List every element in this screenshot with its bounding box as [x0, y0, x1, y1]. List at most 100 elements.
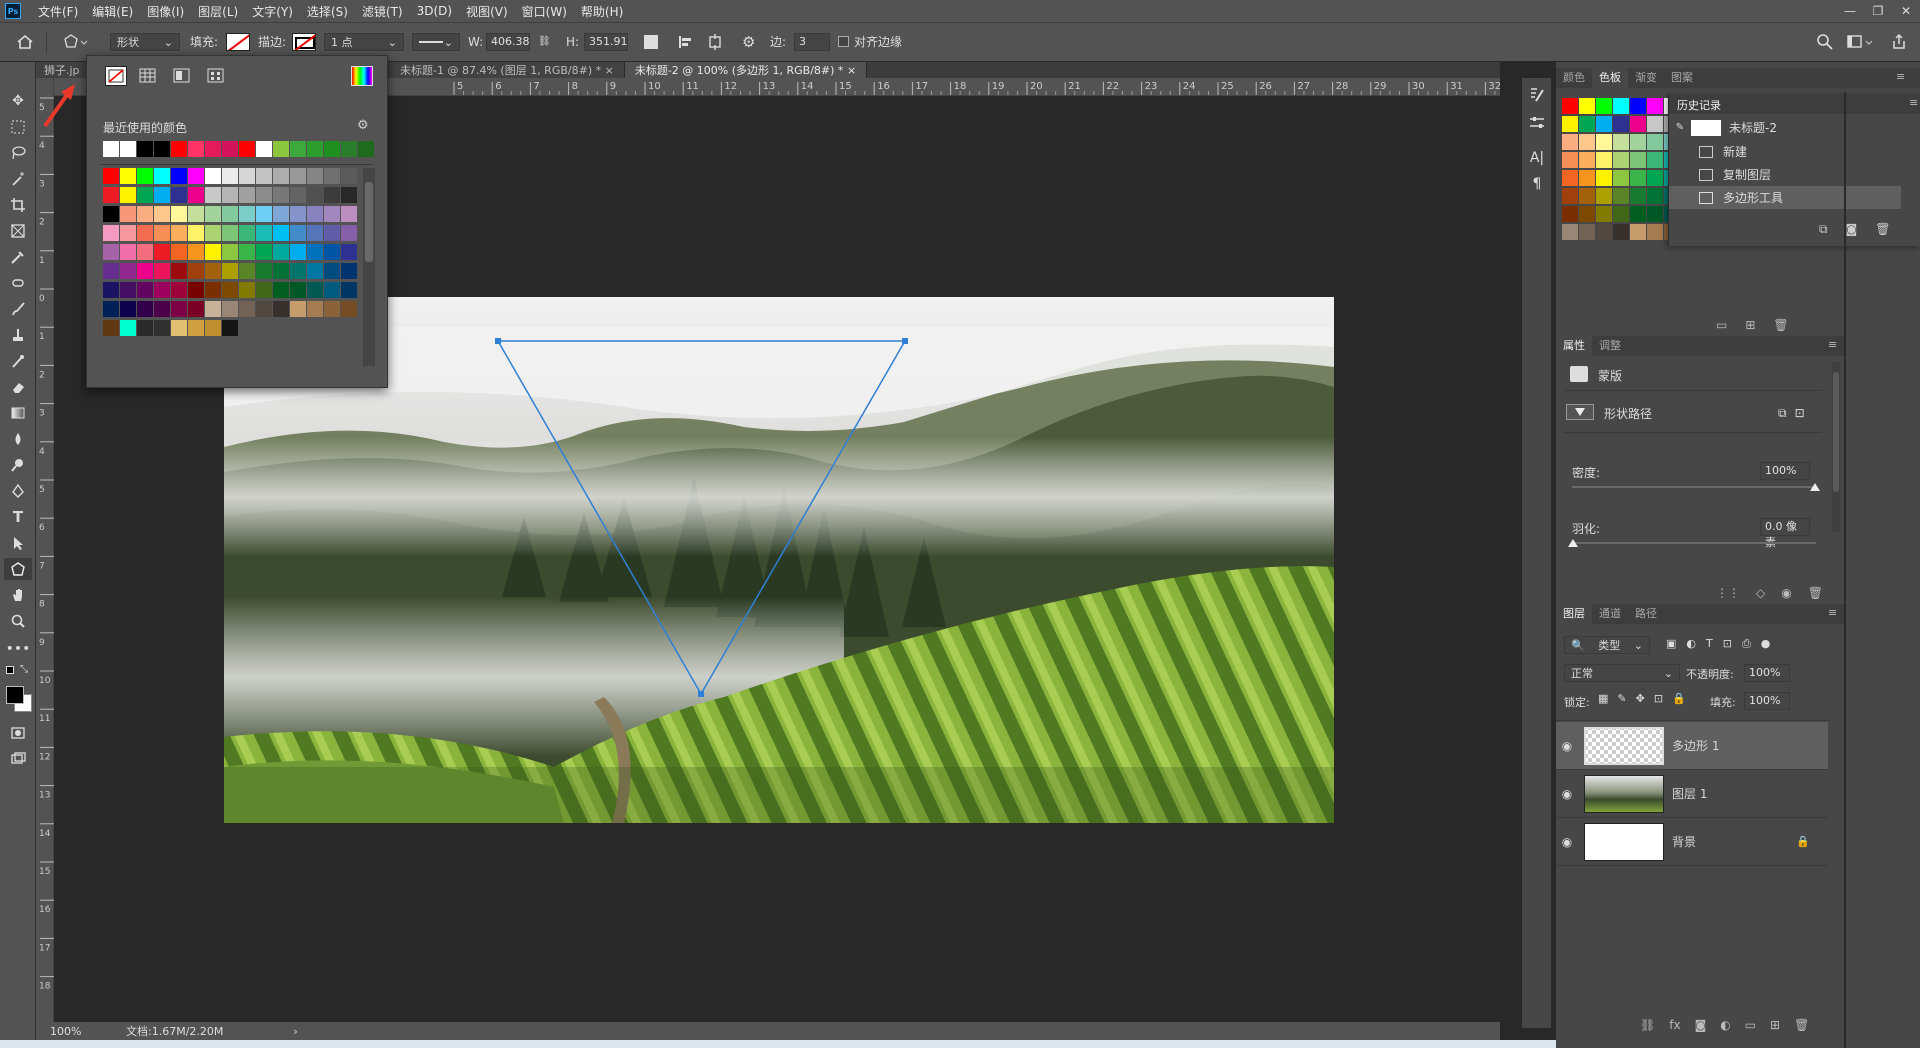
color-swatch[interactable]	[1562, 152, 1578, 168]
color-swatch[interactable]	[1630, 134, 1646, 150]
color-swatch[interactable]	[205, 320, 221, 336]
color-swatch[interactable]	[171, 225, 187, 241]
adjustment-filter-icon[interactable]: ◐	[1686, 637, 1696, 651]
color-swatch[interactable]	[307, 263, 323, 279]
color-swatch[interactable]	[256, 225, 272, 241]
color-swatch[interactable]	[1579, 206, 1595, 222]
color-swatch[interactable]	[273, 168, 289, 184]
color-swatch[interactable]	[273, 301, 289, 317]
color-swatch[interactable]	[341, 263, 357, 279]
trash-icon[interactable]: 🗑	[1875, 222, 1890, 237]
new-layer-icon[interactable]: ⊞	[1770, 1018, 1780, 1032]
color-swatch[interactable]	[324, 187, 340, 203]
color-swatch[interactable]	[1613, 188, 1629, 204]
color-swatch[interactable]	[1630, 116, 1646, 132]
panel-menu-icon[interactable]: ≡	[1828, 606, 1837, 619]
color-swatch[interactable]	[1562, 134, 1578, 150]
layer-row-selected[interactable]: ◉ 多边形 1	[1556, 722, 1828, 770]
recent-color-swatch[interactable]	[341, 141, 357, 157]
color-swatch[interactable]	[1596, 224, 1612, 240]
color-swatch[interactable]	[120, 244, 136, 260]
color-swatch[interactable]	[1596, 116, 1612, 132]
color-swatch[interactable]	[273, 225, 289, 241]
color-swatch[interactable]	[1613, 134, 1629, 150]
color-swatch[interactable]	[1647, 224, 1663, 240]
color-swatch[interactable]	[137, 301, 153, 317]
color-swatch[interactable]	[290, 206, 306, 222]
color-swatch[interactable]	[171, 263, 187, 279]
pattern-fill-icon[interactable]	[207, 68, 225, 84]
color-swatch[interactable]	[324, 206, 340, 222]
recent-color-swatch[interactable]	[103, 141, 119, 157]
color-swatch[interactable]	[103, 263, 119, 279]
color-swatch[interactable]	[324, 263, 340, 279]
color-swatch[interactable]	[1647, 170, 1663, 186]
tab-swatches[interactable]: 色板	[1592, 68, 1628, 88]
color-swatch[interactable]	[1579, 152, 1595, 168]
color-swatch[interactable]	[273, 282, 289, 298]
history-item[interactable]: 复制图层	[1669, 163, 1899, 186]
color-swatch[interactable]	[171, 244, 187, 260]
color-swatch[interactable]	[154, 301, 170, 317]
color-swatch[interactable]	[154, 187, 170, 203]
color-swatch[interactable]	[103, 225, 119, 241]
color-swatch[interactable]	[1562, 188, 1578, 204]
color-swatch[interactable]	[1596, 98, 1612, 114]
color-swatch[interactable]	[1579, 134, 1595, 150]
color-swatch[interactable]	[205, 244, 221, 260]
lock-all-icon[interactable]: 🔒	[1672, 692, 1686, 705]
color-swatch[interactable]	[239, 225, 255, 241]
recent-color-swatch[interactable]	[239, 141, 255, 157]
color-swatch[interactable]	[1647, 206, 1663, 222]
layer-row[interactable]: ◉ 背景 🔒	[1556, 818, 1828, 866]
recent-color-swatch[interactable]	[188, 141, 204, 157]
anchor-point[interactable]	[902, 338, 908, 344]
color-swatch[interactable]	[1647, 134, 1663, 150]
color-swatch[interactable]	[120, 206, 136, 222]
solid-color-icon[interactable]	[139, 68, 157, 84]
color-swatch[interactable]	[154, 168, 170, 184]
color-swatch[interactable]	[1579, 224, 1595, 240]
color-swatch[interactable]	[154, 225, 170, 241]
color-swatch[interactable]	[188, 263, 204, 279]
zoom-level[interactable]: 100%	[50, 1025, 110, 1038]
color-swatch[interactable]	[1647, 188, 1663, 204]
color-swatch[interactable]	[171, 206, 187, 222]
add-mask-icon[interactable]: ⧉	[1778, 406, 1787, 421]
type-filter-icon[interactable]: T	[1706, 637, 1713, 651]
color-swatch[interactable]	[307, 282, 323, 298]
color-swatch[interactable]	[324, 282, 340, 298]
color-swatch[interactable]	[341, 282, 357, 298]
recent-color-swatch[interactable]	[137, 141, 153, 157]
color-swatch[interactable]	[188, 320, 204, 336]
color-swatch[interactable]	[1630, 224, 1646, 240]
restore-button[interactable]: ❐	[1864, 0, 1892, 22]
pixel-filter-icon[interactable]: ▣	[1666, 637, 1676, 651]
recent-color-swatch[interactable]	[290, 141, 306, 157]
color-swatch[interactable]	[188, 187, 204, 203]
recent-color-swatch[interactable]	[273, 141, 289, 157]
color-swatch[interactable]	[205, 225, 221, 241]
color-swatch[interactable]	[120, 263, 136, 279]
brush-settings-icon[interactable]	[1528, 86, 1546, 104]
character-icon[interactable]: A|	[1528, 150, 1546, 166]
panel-menu-icon[interactable]: ≡	[1909, 96, 1918, 109]
color-swatch[interactable]	[1579, 188, 1595, 204]
color-swatch[interactable]	[307, 301, 323, 317]
layer-name[interactable]: 多边形 1	[1672, 737, 1719, 754]
tab-paths[interactable]: 路径	[1628, 604, 1664, 624]
color-swatch[interactable]	[1579, 170, 1595, 186]
properties-scrollbar[interactable]	[1832, 362, 1840, 532]
density-input[interactable]: 100%	[1760, 462, 1810, 480]
color-swatch[interactable]	[205, 263, 221, 279]
color-swatch[interactable]	[290, 168, 306, 184]
color-swatch[interactable]	[1630, 170, 1646, 186]
color-swatch[interactable]	[239, 168, 255, 184]
color-swatch[interactable]	[1630, 206, 1646, 222]
color-swatch[interactable]	[307, 187, 323, 203]
color-swatch[interactable]	[205, 301, 221, 317]
lock-pixels-icon[interactable]: ✎	[1617, 692, 1626, 705]
scrollbar-thumb[interactable]	[365, 182, 373, 262]
color-swatch[interactable]	[341, 206, 357, 222]
color-swatch[interactable]	[307, 168, 323, 184]
